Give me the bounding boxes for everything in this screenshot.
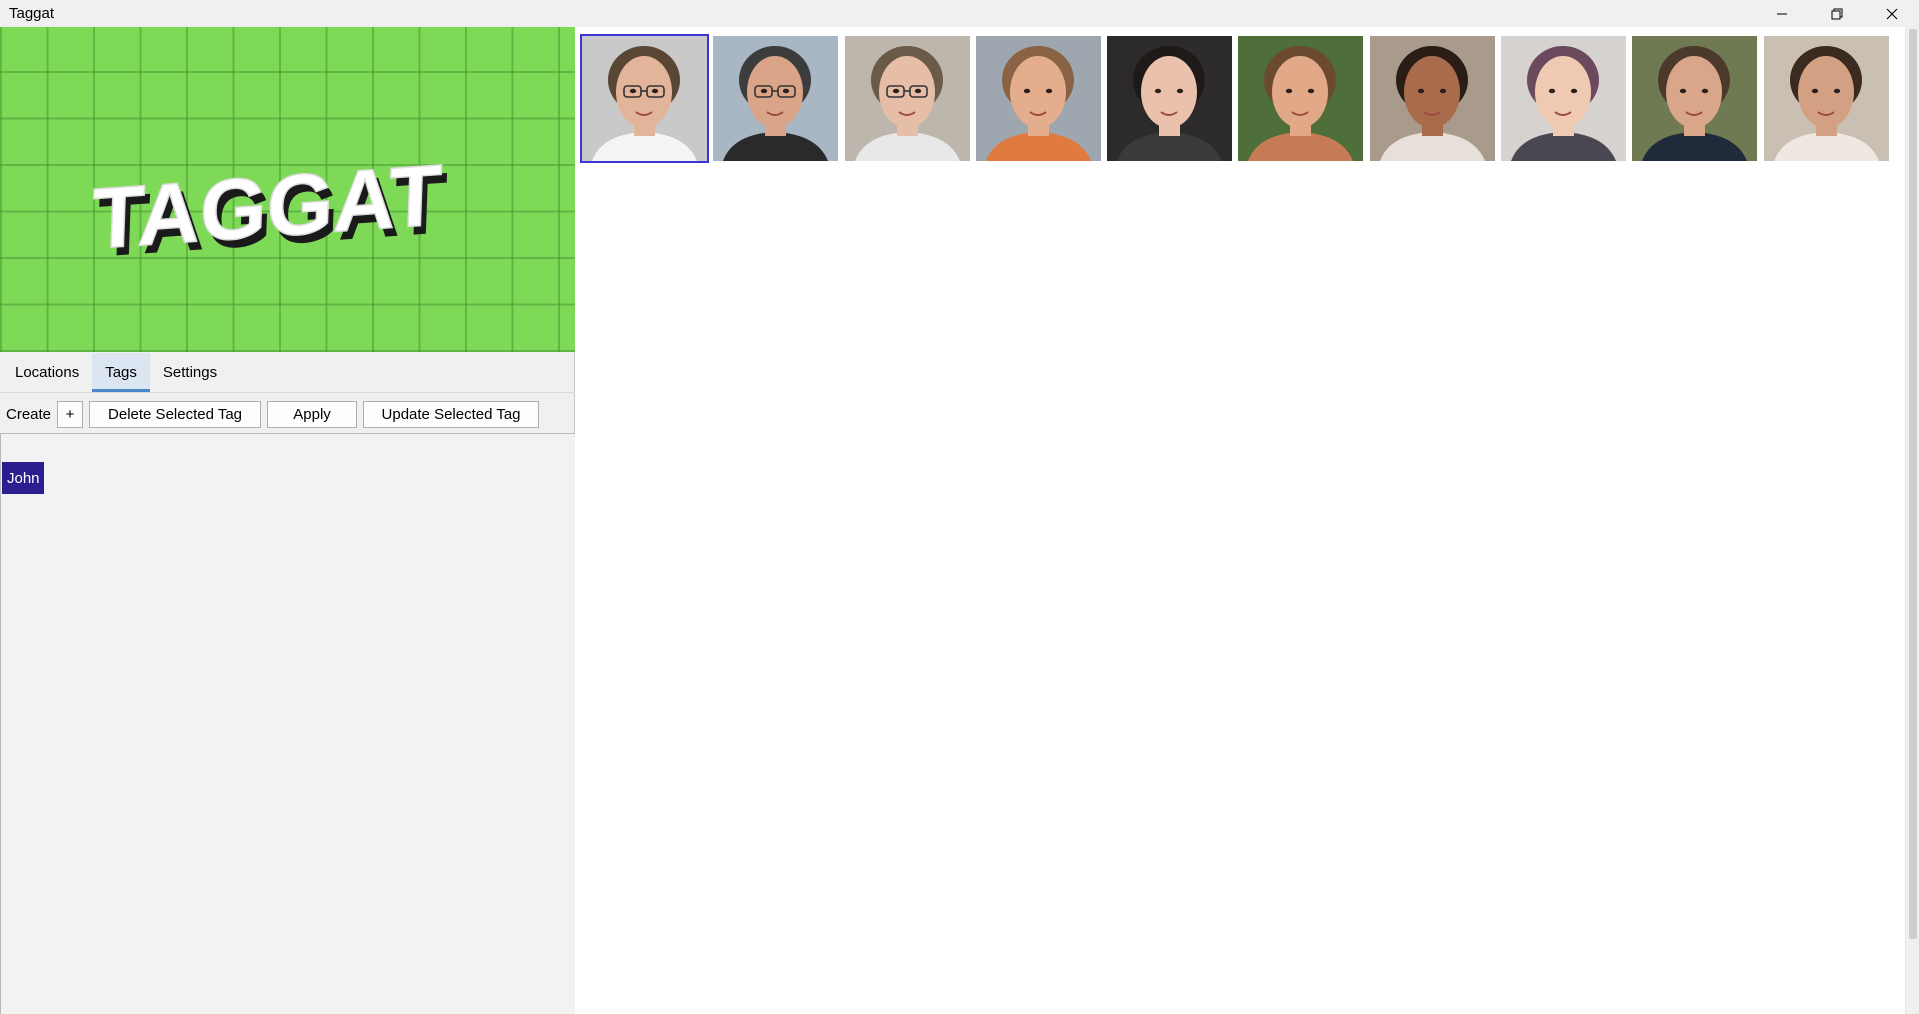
- face-photo-7[interactable]: [1369, 36, 1495, 161]
- scrollbar-thumb[interactable]: [1909, 29, 1917, 939]
- image-gallery: [576, 27, 1905, 1014]
- apply-button[interactable]: Apply: [267, 400, 358, 428]
- face-photo-9[interactable]: [1632, 36, 1758, 161]
- logo-graffiti: TAGGAT TAGGAT: [90, 146, 449, 275]
- face-image: [975, 36, 1101, 161]
- tag-list[interactable]: John: [0, 433, 575, 1014]
- delete-selected-tag-button[interactable]: Delete Selected Tag: [89, 400, 262, 428]
- create-tag-button[interactable]: +: [57, 400, 84, 428]
- title-bar: Taggat: [0, 0, 1919, 27]
- face-photo-4[interactable]: [975, 36, 1101, 161]
- left-panel: TAGGAT TAGGAT Locations Tags Settings Cr…: [0, 27, 575, 1014]
- face-image: [1632, 36, 1758, 161]
- restore-button[interactable]: [1809, 0, 1864, 27]
- restore-icon: [1831, 8, 1842, 19]
- tag-item[interactable]: John: [2, 462, 44, 494]
- close-button[interactable]: [1864, 0, 1919, 27]
- face-photo-2[interactable]: [713, 36, 839, 161]
- gallery-scrollbar[interactable]: [1905, 27, 1919, 1014]
- face-image: [1238, 36, 1364, 161]
- face-photo-3[interactable]: [844, 36, 970, 161]
- face-image: [1107, 36, 1233, 161]
- update-selected-tag-button[interactable]: Update Selected Tag: [363, 400, 540, 428]
- face-image: [1501, 36, 1627, 161]
- tab-settings[interactable]: Settings: [150, 353, 230, 392]
- face-image: [1763, 36, 1889, 161]
- tab-tags[interactable]: Tags: [92, 353, 150, 392]
- face-image: [582, 36, 707, 161]
- face-photo-10[interactable]: [1763, 36, 1889, 161]
- window-controls: [1754, 0, 1919, 27]
- face-image: [713, 36, 839, 161]
- face-photo-6[interactable]: [1238, 36, 1364, 161]
- face-image: [1369, 36, 1495, 161]
- face-photo-1[interactable]: [580, 34, 709, 163]
- face-photo-5[interactable]: [1107, 36, 1233, 161]
- close-icon: [1886, 8, 1897, 19]
- thumbnail-strip: [580, 34, 1895, 163]
- create-label: Create: [6, 405, 52, 423]
- tab-bar: Locations Tags Settings: [0, 353, 575, 393]
- app-logo: TAGGAT TAGGAT: [0, 27, 575, 352]
- face-image: [844, 36, 970, 161]
- minimize-button[interactable]: [1754, 0, 1809, 27]
- tab-locations[interactable]: Locations: [2, 353, 92, 392]
- window-title: Taggat: [9, 5, 55, 22]
- face-photo-8[interactable]: [1501, 36, 1627, 161]
- tag-toolbar: Create + Delete Selected Tag Apply Updat…: [0, 399, 575, 429]
- minimize-icon: [1776, 13, 1787, 14]
